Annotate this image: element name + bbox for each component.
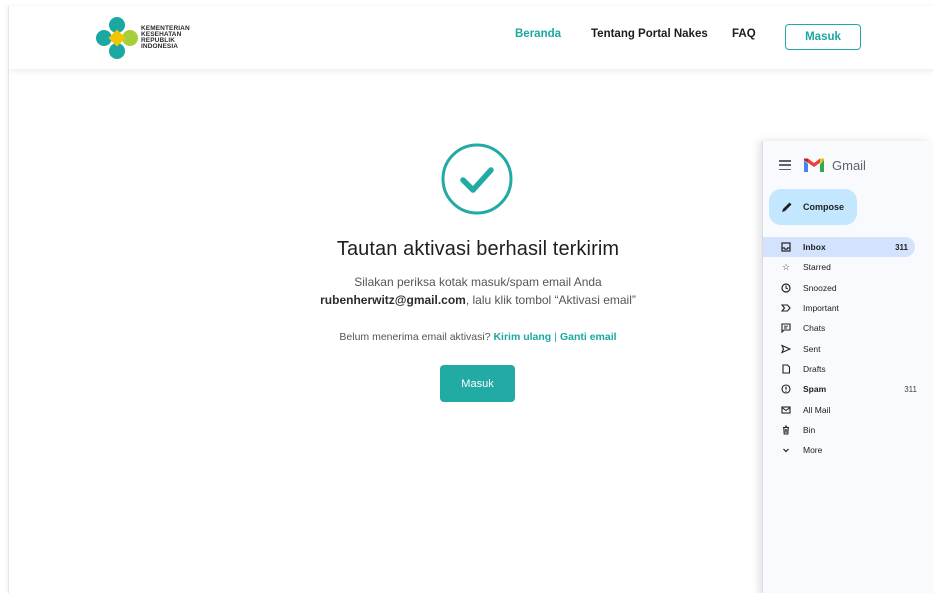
gmail-item-bin[interactable]: Bin <box>763 420 933 440</box>
success-check-icon <box>441 143 513 215</box>
resend-prompt: Belum menerima email aktivasi? <box>339 331 491 343</box>
change-email-link[interactable]: Ganti email <box>560 331 617 343</box>
gmail-item-spam[interactable]: Spam 311 <box>763 379 933 399</box>
nav-faq[interactable]: FAQ <box>732 28 756 40</box>
gmail-item-label: Snoozed <box>803 282 837 293</box>
gmail-item-label: Important <box>803 303 839 314</box>
gmail-logo-icon <box>804 158 824 172</box>
gmail-item-inbox[interactable]: Inbox 311 <box>763 237 915 258</box>
instruction-suffix: , lalu klik tombol “Aktivasi email” <box>465 293 636 307</box>
top-navbar: KEMENTERIAN KESEHATAN REPUBLIK INDONESIA… <box>9 6 934 69</box>
gmail-folder-list: Inbox 311 ☆ Starred Snoozed Important Ch… <box>763 237 933 460</box>
gmail-item-important[interactable]: Important <box>763 298 933 318</box>
gmail-item-drafts[interactable]: Drafts <box>763 359 933 379</box>
star-icon: ☆ <box>781 261 791 272</box>
clock-icon <box>781 283 791 293</box>
gmail-item-label: All Mail <box>803 404 831 415</box>
email-address: rubenherwitz@gmail.com <box>320 293 466 307</box>
send-icon <box>781 344 791 354</box>
gmail-item-label: Spam <box>803 384 827 395</box>
chevron-down-icon <box>781 445 791 455</box>
compose-label: Compose <box>803 202 845 212</box>
gmail-item-chats[interactable]: Chats <box>763 318 933 338</box>
gmail-item-label: Bin <box>803 424 816 435</box>
gmail-item-label: Chats <box>803 323 826 334</box>
gmail-item-more[interactable]: More <box>763 440 933 460</box>
gmail-title: Gmail <box>832 157 866 173</box>
gmail-item-sent[interactable]: Sent <box>763 338 933 358</box>
gmail-item-starred[interactable]: ☆ Starred <box>763 257 933 277</box>
gmail-item-label: Drafts <box>803 363 826 374</box>
kemenkes-logo[interactable]: KEMENTERIAN KESEHATAN REPUBLIK INDONESIA <box>95 16 190 60</box>
gmail-item-label: More <box>803 445 823 456</box>
inbox-icon <box>781 242 791 252</box>
kemenkes-logo-icon <box>96 17 138 59</box>
gmail-header: Gmail <box>779 157 866 173</box>
gmail-item-label: Inbox <box>803 242 826 253</box>
gmail-item-snoozed[interactable]: Snoozed <box>763 278 933 298</box>
resend-link[interactable]: Kirim ulang <box>493 331 551 343</box>
draft-icon <box>781 364 791 374</box>
important-icon <box>781 303 791 313</box>
nav-beranda[interactable]: Beranda <box>515 28 561 40</box>
hamburger-menu-icon[interactable] <box>779 160 791 170</box>
link-separator: | <box>554 331 557 343</box>
pencil-icon <box>782 202 792 212</box>
nav-tentang-portal-nakes[interactable]: Tentang Portal Nakes <box>591 28 708 40</box>
unread-count: 311 <box>895 242 908 252</box>
logo-text: KEMENTERIAN KESEHATAN REPUBLIK INDONESIA <box>141 25 190 51</box>
trash-icon <box>781 425 791 435</box>
gmail-item-all-mail[interactable]: All Mail <box>763 399 933 419</box>
chat-icon <box>781 323 791 334</box>
gmail-sidebar-panel: Gmail Compose Inbox 311 ☆ Starred Snooze… <box>762 141 932 593</box>
gmail-item-label: Starred <box>803 262 831 273</box>
unread-count: 311 <box>904 384 917 394</box>
mail-icon <box>781 405 791 415</box>
compose-button[interactable]: Compose <box>769 189 857 225</box>
header-login-button[interactable]: Masuk <box>785 24 861 50</box>
login-button[interactable]: Masuk <box>440 365 515 402</box>
gmail-item-label: Sent <box>803 343 821 354</box>
spam-icon <box>781 384 791 394</box>
logo-line: INDONESIA <box>141 43 179 51</box>
